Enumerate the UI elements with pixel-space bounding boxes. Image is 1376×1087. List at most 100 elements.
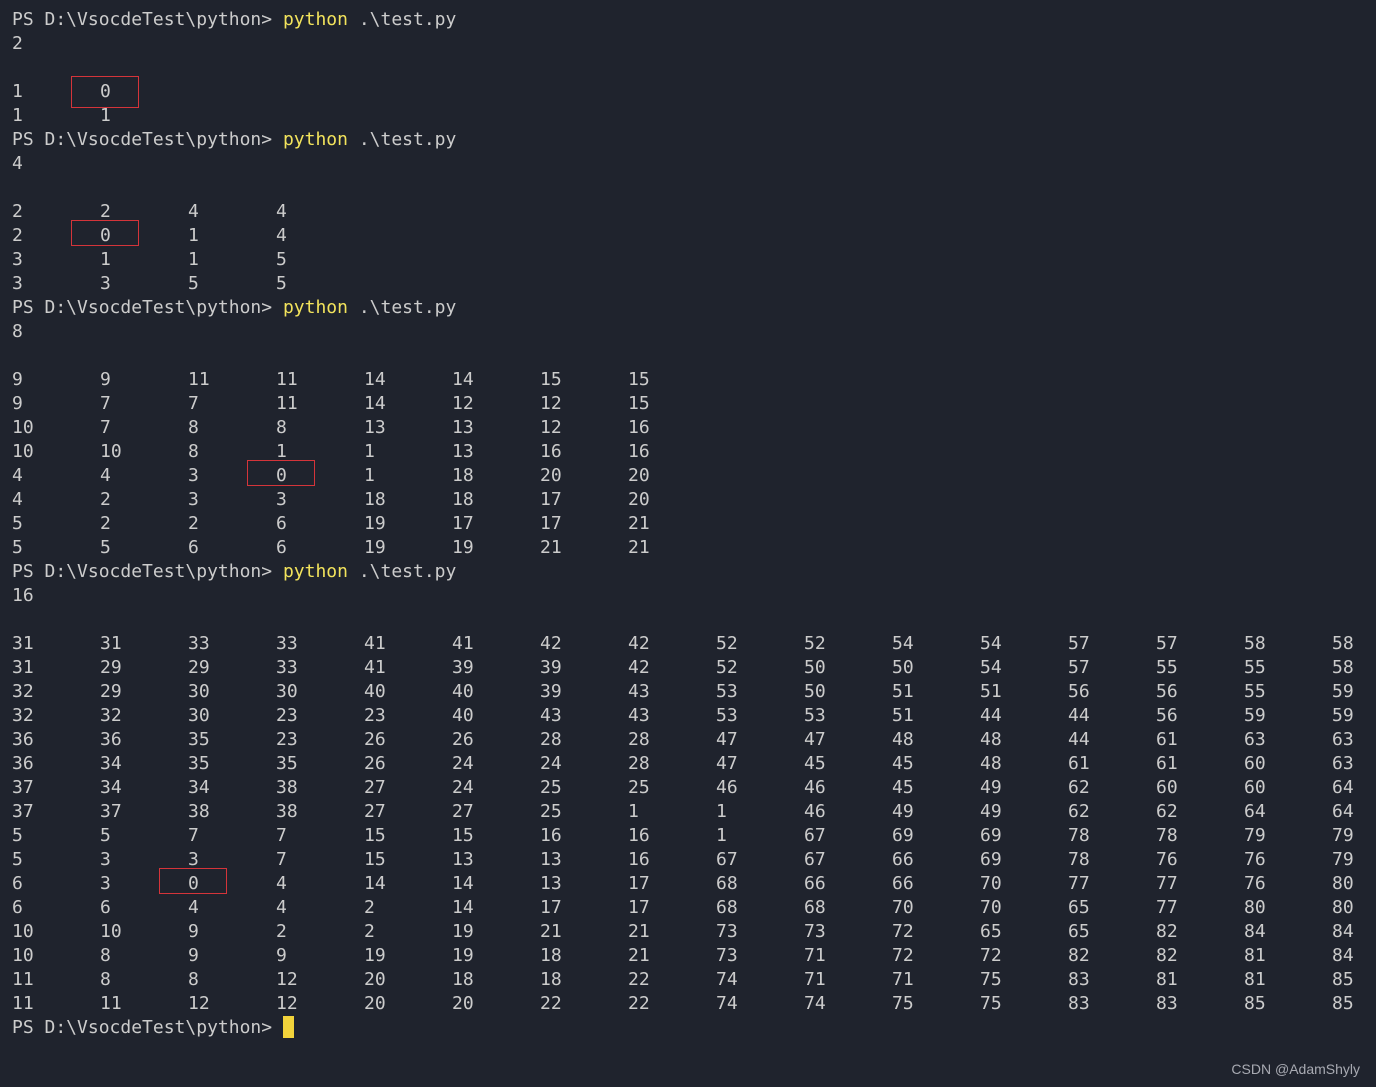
matrix-cell: 16 <box>628 825 650 846</box>
matrix-cell: 1 <box>628 801 639 822</box>
matrix-cell: 9 <box>12 369 23 390</box>
terminal-window[interactable]: PS D:\VsocdeTest\python> python .\test.p… <box>0 0 1376 1087</box>
matrix-cell: 84 <box>1332 921 1354 942</box>
matrix-cell: 65 <box>1068 921 1090 942</box>
prompt-text: PS D:\VsocdeTest\python> <box>12 9 273 30</box>
matrix-cell: 19 <box>452 537 474 558</box>
matrix-cell: 8 <box>100 969 111 990</box>
matrix-cell: 47 <box>804 729 826 750</box>
matrix-cell: 26 <box>452 729 474 750</box>
matrix-cell: 23 <box>364 705 386 726</box>
matrix-cell: 40 <box>452 705 474 726</box>
matrix-cell: 10 <box>100 441 122 462</box>
cursor-block <box>283 1016 295 1038</box>
matrix-cell: 32 <box>12 705 34 726</box>
matrix-cell: 62 <box>1068 801 1090 822</box>
matrix-cell: 64 <box>1332 801 1354 822</box>
matrix-cell: 84 <box>1244 921 1266 942</box>
matrix-cell: 10 <box>100 921 122 942</box>
matrix-cell: 12 <box>276 993 298 1014</box>
matrix-cell: 79 <box>1332 825 1354 846</box>
matrix-cell: 8 <box>188 969 199 990</box>
matrix-cell: 81 <box>1244 969 1266 990</box>
matrix-cell: 19 <box>364 537 386 558</box>
matrix-cell: 7 <box>276 825 287 846</box>
matrix-cell: 30 <box>276 681 298 702</box>
matrix-cell: 5 <box>12 537 23 558</box>
matrix-cell: 9 <box>276 945 287 966</box>
matrix-cell: 7 <box>188 393 199 414</box>
matrix-cell: 44 <box>980 705 1002 726</box>
highlight-box <box>71 220 140 246</box>
matrix-cell: 32 <box>100 705 122 726</box>
matrix-cell: 69 <box>980 825 1002 846</box>
matrix-cell: 64 <box>1332 777 1354 798</box>
matrix-cell: 34 <box>188 777 210 798</box>
matrix-cell: 11 <box>276 369 298 390</box>
matrix-cell: 36 <box>12 753 34 774</box>
matrix-cell: 51 <box>980 681 1002 702</box>
matrix-cell: 71 <box>892 969 914 990</box>
matrix-cell: 35 <box>188 753 210 774</box>
prompt-text: PS D:\VsocdeTest\python> <box>12 297 273 318</box>
matrix-cell: 19 <box>364 945 386 966</box>
matrix-cell: 78 <box>1068 825 1090 846</box>
matrix-cell: 77 <box>1156 897 1178 918</box>
matrix-cell: 24 <box>452 777 474 798</box>
matrix-cell: 83 <box>1068 993 1090 1014</box>
matrix-cell: 6 <box>276 537 287 558</box>
matrix-cell: 13 <box>540 873 562 894</box>
matrix-cell: 78 <box>1156 825 1178 846</box>
matrix-cell: 12 <box>276 969 298 990</box>
matrix-cell: 8 <box>276 417 287 438</box>
input-echo: 16 <box>12 585 34 606</box>
matrix-cell: 53 <box>804 705 826 726</box>
matrix-cell: 57 <box>1068 633 1090 654</box>
matrix-cell: 25 <box>540 777 562 798</box>
matrix-cell: 25 <box>540 801 562 822</box>
matrix-cell: 27 <box>452 801 474 822</box>
matrix-cell: 76 <box>1244 873 1266 894</box>
matrix-cell: 2 <box>100 513 111 534</box>
matrix-cell: 21 <box>628 921 650 942</box>
matrix-cell: 63 <box>1332 729 1354 750</box>
matrix-cell: 46 <box>804 801 826 822</box>
matrix-cell: 60 <box>1244 777 1266 798</box>
matrix-cell: 19 <box>452 945 474 966</box>
matrix-cell: 51 <box>892 705 914 726</box>
matrix-cell: 5 <box>276 249 287 270</box>
matrix-cell: 68 <box>716 897 738 918</box>
matrix-cell: 39 <box>540 681 562 702</box>
matrix-cell: 83 <box>1068 969 1090 990</box>
matrix-cell: 52 <box>804 633 826 654</box>
matrix-cell: 63 <box>1332 753 1354 774</box>
matrix-cell: 65 <box>980 921 1002 942</box>
command-line: PS D:\VsocdeTest\python> python .\test.p… <box>12 128 456 152</box>
matrix-cell: 3 <box>188 465 199 486</box>
matrix-cell: 57 <box>1156 633 1178 654</box>
matrix-cell: 55 <box>1244 657 1266 678</box>
matrix-cell: 25 <box>628 777 650 798</box>
matrix-cell: 41 <box>364 633 386 654</box>
matrix-cell: 1 <box>716 801 727 822</box>
matrix-cell: 1 <box>716 825 727 846</box>
matrix-cell: 1 <box>100 105 111 126</box>
command-name: python <box>282 297 348 318</box>
matrix-cell: 38 <box>188 801 210 822</box>
matrix-cell: 43 <box>628 681 650 702</box>
matrix-cell: 23 <box>276 705 298 726</box>
matrix-cell: 14 <box>364 873 386 894</box>
matrix-cell: 42 <box>628 633 650 654</box>
matrix-cell: 69 <box>892 825 914 846</box>
matrix-cell: 29 <box>188 657 210 678</box>
matrix-cell: 60 <box>1156 777 1178 798</box>
matrix-cell: 30 <box>188 705 210 726</box>
matrix-cell: 1 <box>364 465 375 486</box>
matrix-cell: 16 <box>628 417 650 438</box>
matrix-cell: 66 <box>892 849 914 870</box>
matrix-cell: 1 <box>12 105 23 126</box>
prompt-line: PS D:\VsocdeTest\python> <box>12 1016 295 1040</box>
matrix-cell: 1 <box>12 81 23 102</box>
matrix-cell: 67 <box>716 849 738 870</box>
matrix-cell: 39 <box>452 657 474 678</box>
